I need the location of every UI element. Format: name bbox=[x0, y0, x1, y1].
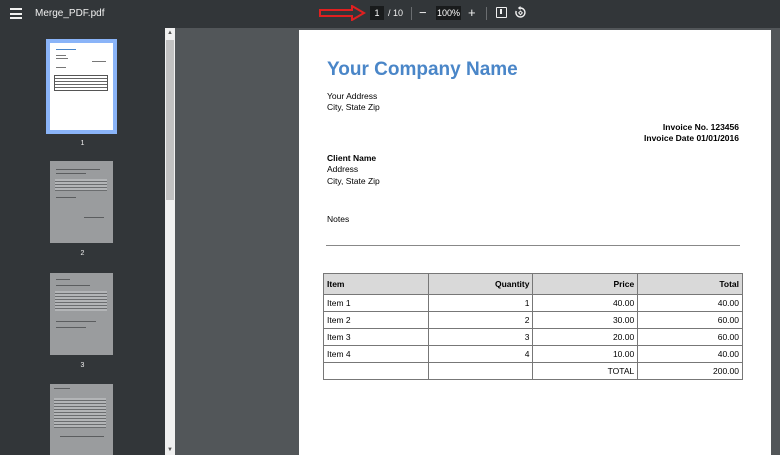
header-item: Item bbox=[323, 273, 429, 295]
toolbar-divider bbox=[411, 7, 412, 20]
arrow-annotation-icon bbox=[319, 5, 366, 21]
cell-item: Item 2 bbox=[323, 311, 429, 329]
table-row: Item 3 3 20.00 60.00 bbox=[323, 328, 743, 346]
menu-icon[interactable] bbox=[10, 8, 22, 19]
header-quantity: Quantity bbox=[427, 273, 534, 295]
table-total-row: TOTAL 200.00 bbox=[323, 362, 743, 380]
table-row: Item 4 4 10.00 40.00 bbox=[323, 345, 743, 363]
thumbnail-page-1[interactable] bbox=[46, 39, 117, 134]
sidebar-scrollbar[interactable]: ▲ ▼ bbox=[165, 28, 175, 455]
cell-empty bbox=[427, 362, 534, 380]
table-row: Item 2 2 30.00 60.00 bbox=[323, 311, 743, 329]
invoice-number: Invoice No. 123456 bbox=[662, 122, 739, 132]
page-number-input[interactable]: 1 bbox=[370, 6, 384, 20]
total-label: TOTAL bbox=[532, 362, 639, 380]
cell-total: 60.00 bbox=[637, 311, 743, 329]
client-address: Address bbox=[327, 164, 359, 174]
cell-total: 40.00 bbox=[637, 294, 743, 312]
thumbnail-page-4[interactable] bbox=[50, 384, 113, 455]
header-total: Total bbox=[637, 273, 743, 295]
cell-price: 30.00 bbox=[532, 311, 639, 329]
page-total: / 10 bbox=[388, 8, 404, 18]
client-city: City, State Zip bbox=[327, 176, 380, 186]
invoice-table: Item Quantity Price Total Item 1 1 40.00… bbox=[323, 273, 743, 380]
invoice-date: Invoice Date 01/01/2016 bbox=[644, 133, 739, 143]
pdf-toolbar: Merge_PDF.pdf 1 / 10 − 100% + bbox=[0, 0, 780, 28]
thumbnail-page-3[interactable] bbox=[50, 273, 113, 355]
client-name: Client Name bbox=[327, 153, 377, 163]
cell-item: Item 4 bbox=[323, 345, 429, 363]
cell-total: 40.00 bbox=[637, 345, 743, 363]
thumbnail-sidebar: 1 2 3 bbox=[0, 28, 165, 455]
cell-quantity: 4 bbox=[427, 345, 534, 363]
cell-item: Item 3 bbox=[323, 328, 429, 346]
scrollbar-thumb[interactable] bbox=[166, 40, 174, 200]
company-city: City, State Zip bbox=[327, 102, 380, 112]
cell-price: 10.00 bbox=[532, 345, 639, 363]
total-value: 200.00 bbox=[637, 362, 743, 380]
fit-page-icon[interactable] bbox=[496, 7, 507, 18]
cell-quantity: 2 bbox=[427, 311, 534, 329]
scroll-up-icon[interactable]: ▲ bbox=[167, 30, 173, 36]
zoom-in-button[interactable]: + bbox=[468, 5, 476, 20]
header-price: Price bbox=[532, 273, 639, 295]
cell-empty bbox=[323, 362, 429, 380]
company-address: Your Address bbox=[327, 91, 378, 101]
pdf-page: Your Company Name Your Address City, Sta… bbox=[299, 30, 771, 455]
cell-price: 40.00 bbox=[532, 294, 639, 312]
thumbnail-label: 3 bbox=[80, 362, 85, 369]
rotate-icon[interactable] bbox=[514, 6, 527, 19]
thumbnail-label: 1 bbox=[80, 140, 85, 147]
table-row: Item 1 1 40.00 40.00 bbox=[323, 294, 743, 312]
cell-total: 60.00 bbox=[637, 328, 743, 346]
notes-divider bbox=[326, 245, 740, 246]
company-name: Your Company Name bbox=[327, 59, 518, 80]
cell-price: 20.00 bbox=[532, 328, 639, 346]
thumbnail-label: 2 bbox=[80, 250, 85, 257]
file-title: Merge_PDF.pdf bbox=[35, 8, 105, 19]
toolbar-divider bbox=[486, 7, 487, 20]
zoom-out-button[interactable]: − bbox=[419, 5, 427, 20]
notes-label: Notes bbox=[327, 214, 350, 224]
table-header-row: Item Quantity Price Total bbox=[323, 273, 743, 295]
cell-quantity: 3 bbox=[427, 328, 534, 346]
scroll-down-icon[interactable]: ▼ bbox=[167, 447, 173, 453]
cell-item: Item 1 bbox=[323, 294, 429, 312]
cell-quantity: 1 bbox=[427, 294, 534, 312]
thumbnail-page-2[interactable] bbox=[50, 161, 113, 243]
zoom-level-input[interactable]: 100% bbox=[436, 6, 461, 20]
